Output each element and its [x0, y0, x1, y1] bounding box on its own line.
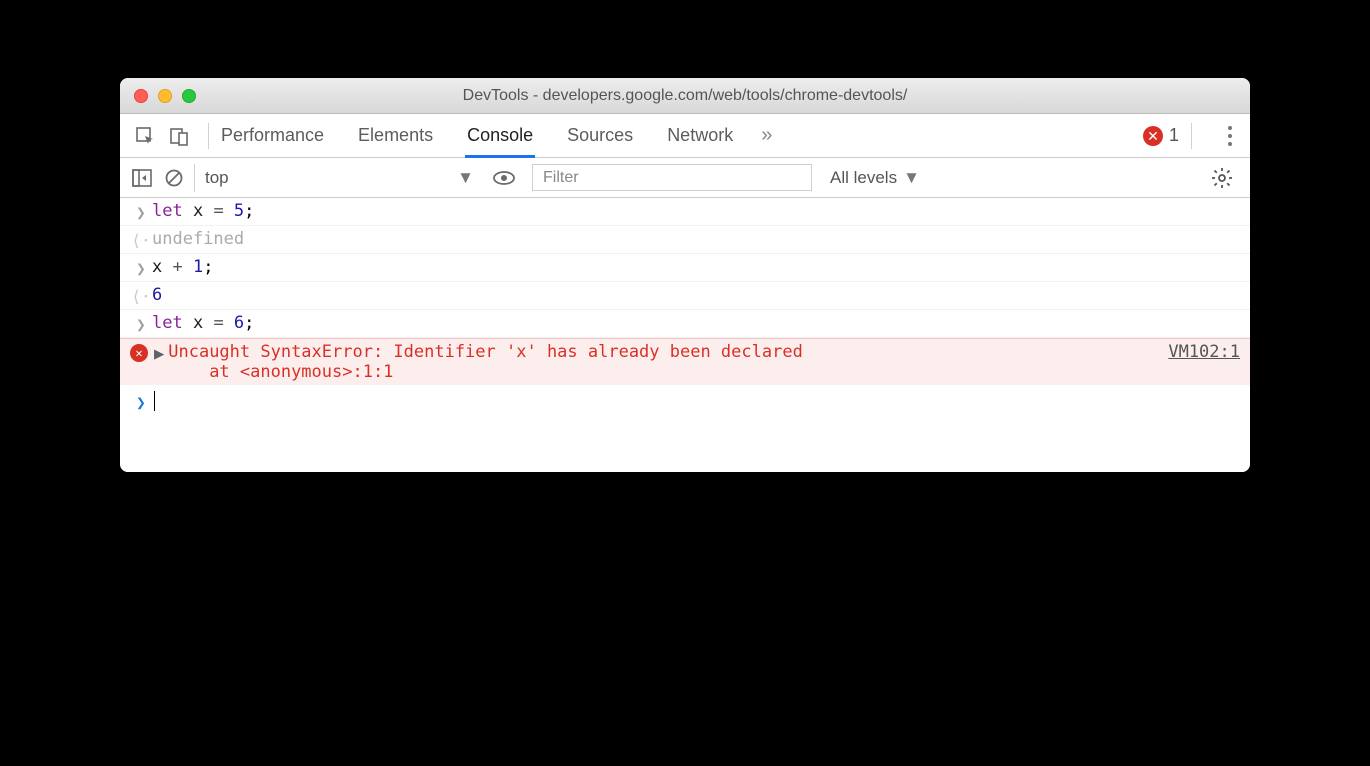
context-label: top: [205, 168, 229, 188]
more-options-icon[interactable]: [1218, 126, 1242, 146]
zoom-window-button[interactable]: [182, 89, 196, 103]
console-settings-icon[interactable]: [1206, 164, 1238, 192]
tab-performance[interactable]: Performance: [221, 114, 324, 157]
error-icon: ✕: [130, 344, 148, 362]
console-output: ❯ let x = 5; ⟨· undefined ❯ x + 1; ⟨· 6 …: [120, 198, 1250, 472]
prompt-chevron-icon: ❯: [130, 391, 152, 412]
devtools-window: DevTools - developers.google.com/web/too…: [120, 78, 1250, 472]
more-tabs-icon[interactable]: »: [761, 124, 772, 147]
tab-network[interactable]: Network: [667, 114, 733, 157]
window-controls: [134, 89, 196, 103]
input-chevron-icon: ❯: [130, 313, 152, 334]
tabs-bar: Performance Elements Console Sources Net…: [120, 114, 1250, 158]
console-code: let x = 6;: [152, 313, 1240, 333]
tab-elements[interactable]: Elements: [358, 114, 433, 157]
console-result: 6: [152, 285, 1240, 305]
minimize-window-button[interactable]: [158, 89, 172, 103]
close-window-button[interactable]: [134, 89, 148, 103]
separator: [208, 123, 209, 149]
console-toolbar: top ▼ All levels ▼: [120, 158, 1250, 198]
error-count[interactable]: 1: [1169, 125, 1179, 146]
input-chevron-icon: ❯: [130, 257, 152, 278]
console-error-row: ✕ ▶ Uncaught SyntaxError: Identifier 'x'…: [120, 338, 1250, 385]
chevron-down-icon: ▼: [457, 168, 474, 188]
levels-label: All levels: [830, 168, 897, 188]
error-message: Uncaught SyntaxError: Identifier 'x' has…: [168, 342, 1168, 382]
console-input-row: ❯ x + 1;: [120, 254, 1250, 282]
output-chevron-icon: ⟨·: [130, 229, 152, 250]
input-chevron-icon: ❯: [130, 201, 152, 222]
device-toolbar-icon[interactable]: [166, 123, 192, 149]
tab-console[interactable]: Console: [467, 114, 533, 157]
console-output-row: ⟨· undefined: [120, 226, 1250, 254]
clear-console-icon[interactable]: [158, 164, 190, 192]
log-level-selector[interactable]: All levels ▼: [830, 168, 920, 188]
console-code: let x = 5;: [152, 201, 1240, 221]
output-chevron-icon: ⟨·: [130, 285, 152, 306]
error-badge-icon[interactable]: ✕: [1143, 126, 1163, 146]
error-source-link[interactable]: VM102:1: [1168, 342, 1240, 382]
live-expression-icon[interactable]: [488, 164, 520, 192]
separator: [1191, 123, 1192, 149]
console-input-row: ❯ let x = 6;: [120, 310, 1250, 338]
console-input-row: ❯ let x = 5;: [120, 198, 1250, 226]
toggle-sidebar-icon[interactable]: [126, 164, 158, 192]
window-title: DevTools - developers.google.com/web/too…: [120, 87, 1250, 105]
execution-context-selector[interactable]: top ▼: [194, 164, 484, 192]
titlebar: DevTools - developers.google.com/web/too…: [120, 78, 1250, 114]
console-prompt[interactable]: ❯: [120, 385, 1250, 472]
text-cursor: [154, 391, 155, 411]
filter-input[interactable]: [532, 164, 812, 191]
inspect-element-icon[interactable]: [132, 123, 158, 149]
disclosure-triangle-icon[interactable]: ▶: [154, 342, 164, 364]
console-result: undefined: [152, 229, 1240, 249]
console-output-row: ⟨· 6: [120, 282, 1250, 310]
console-code: x + 1;: [152, 257, 1240, 277]
tab-sources[interactable]: Sources: [567, 114, 633, 157]
chevron-down-icon: ▼: [903, 168, 920, 188]
